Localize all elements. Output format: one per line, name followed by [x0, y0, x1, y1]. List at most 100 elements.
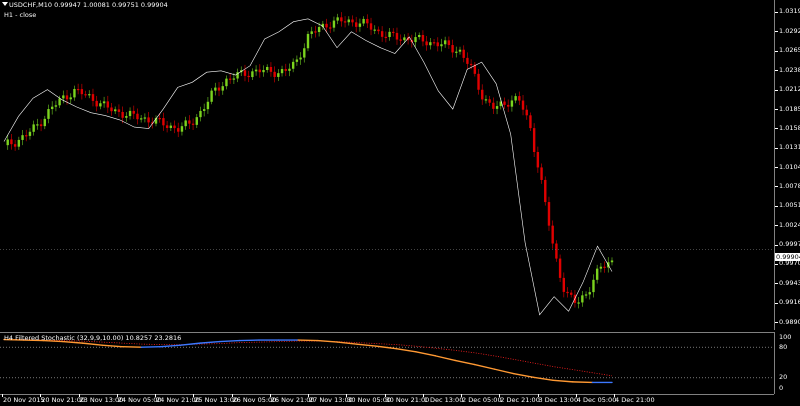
candle-body: [506, 104, 510, 107]
stochastic-main-line: [317, 339, 339, 343]
stochastic-main-line: [219, 339, 241, 343]
price-tick-label: 1.02385: [779, 65, 800, 74]
candle-body: [132, 110, 135, 114]
candle-body: [288, 68, 291, 71]
candle-body: [592, 279, 595, 293]
price-tick: [775, 186, 778, 187]
candle-body: [562, 277, 566, 292]
candle-body: [228, 78, 232, 80]
candle-body: [165, 125, 169, 128]
candle-body: [303, 48, 306, 58]
chart-menu-arrow-icon[interactable]: [2, 2, 8, 6]
candle-body: [418, 34, 421, 38]
candle-body: [440, 44, 443, 47]
candle-body: [555, 243, 558, 259]
candle-body: [369, 23, 373, 30]
h1-close-line: [3, 18, 613, 316]
price-tick: [775, 303, 778, 304]
candle-body: [202, 109, 206, 111]
stochastic-main-line: [572, 381, 594, 384]
candle-body: [299, 57, 302, 60]
price-tick-label: 1.01315: [779, 143, 800, 152]
candle-body: [291, 61, 295, 69]
candle-body: [58, 98, 61, 106]
price-tick-label: 1.00240: [779, 220, 800, 229]
stochastic-main-line: [120, 345, 142, 348]
candle-body: [273, 71, 276, 77]
stochastic-main-line: [454, 359, 476, 366]
candle-body: [403, 37, 406, 41]
candle-body: [6, 139, 9, 146]
candle-body: [336, 17, 339, 21]
candle-body: [277, 73, 280, 77]
candle-body: [143, 117, 147, 119]
stochastic-main-line: [513, 373, 535, 378]
candle-body: [128, 110, 132, 117]
candle-body: [139, 118, 143, 120]
candle-body: [492, 102, 495, 109]
stochastic-main-line: [101, 344, 123, 348]
candle-body: [429, 42, 432, 46]
candle-body: [343, 21, 347, 23]
candle-body: [225, 78, 228, 87]
candle-body: [469, 63, 473, 66]
candle-body: [199, 110, 202, 118]
time-tick-label: 2 Dec 21:00: [500, 396, 540, 404]
candle-body: [481, 89, 484, 100]
candle-body: [76, 88, 80, 91]
price-tick-label: 1.02925: [779, 26, 800, 35]
price-tick: [775, 148, 778, 149]
candle-body: [414, 37, 417, 43]
candle-body: [521, 100, 525, 110]
candle-body: [117, 109, 121, 112]
candle-body: [95, 100, 98, 107]
candle-body: [184, 120, 187, 127]
candle-body: [84, 94, 87, 96]
time-tick-label: 25 Nov 13:00: [194, 396, 239, 404]
candle-body: [547, 202, 551, 226]
candle-body: [466, 57, 469, 64]
candle-body: [306, 33, 310, 49]
price-tick-label: 1.01585: [779, 123, 800, 132]
candle-body: [384, 36, 388, 39]
candle-body: [373, 29, 376, 31]
price-tick-label: 1.00780: [779, 181, 800, 190]
candle-body: [114, 109, 117, 112]
stochastic-main-line: [474, 363, 496, 370]
time-tick-label: 30 Nov 21:00: [385, 396, 430, 404]
candle-body: [380, 31, 384, 37]
candle-body: [395, 32, 399, 40]
candle-body: [39, 124, 43, 127]
price-tick-label: 1.02655: [779, 46, 800, 55]
price-tick: [775, 70, 778, 71]
price-tick-label: 0.98900: [779, 317, 800, 326]
symbol-header: USDCHF,M10 0.99947 1.00081 0.99751 0.999…: [9, 1, 168, 9]
time-tick-label: 26 Nov 21:00: [270, 396, 315, 404]
candle-body: [110, 107, 113, 112]
candle-body: [269, 66, 273, 72]
candle-body: [532, 128, 536, 152]
candle-body: [214, 87, 217, 91]
candle-body: [13, 144, 17, 147]
candle-body: [584, 294, 588, 296]
price-tick-label: 1.01045: [779, 162, 800, 171]
candle-body: [462, 49, 465, 58]
candle-body: [188, 120, 191, 124]
chart-window: USDCHF,M10 0.99947 1.00081 0.99751 0.999…: [0, 0, 800, 405]
candle-body: [28, 131, 32, 136]
price-tick: [775, 264, 778, 265]
candle-body: [544, 179, 547, 203]
candle-body: [177, 128, 180, 132]
price-tick: [775, 128, 778, 129]
candle-body: [169, 125, 173, 128]
candle-body: [180, 126, 184, 132]
candle-body: [503, 101, 506, 105]
price-tick-label: 1.02120: [779, 85, 800, 94]
candle-body: [317, 27, 321, 33]
overlay-label: H1 - close: [4, 11, 37, 19]
time-tick-label: 20 Nov 2015: [3, 396, 45, 404]
candle-body: [10, 139, 13, 145]
time-tick-label: 4 Dec 21:00: [615, 396, 655, 404]
time-tick-label: 27 Nov 13:00: [309, 396, 353, 404]
stochastic-main-line: [434, 355, 456, 362]
